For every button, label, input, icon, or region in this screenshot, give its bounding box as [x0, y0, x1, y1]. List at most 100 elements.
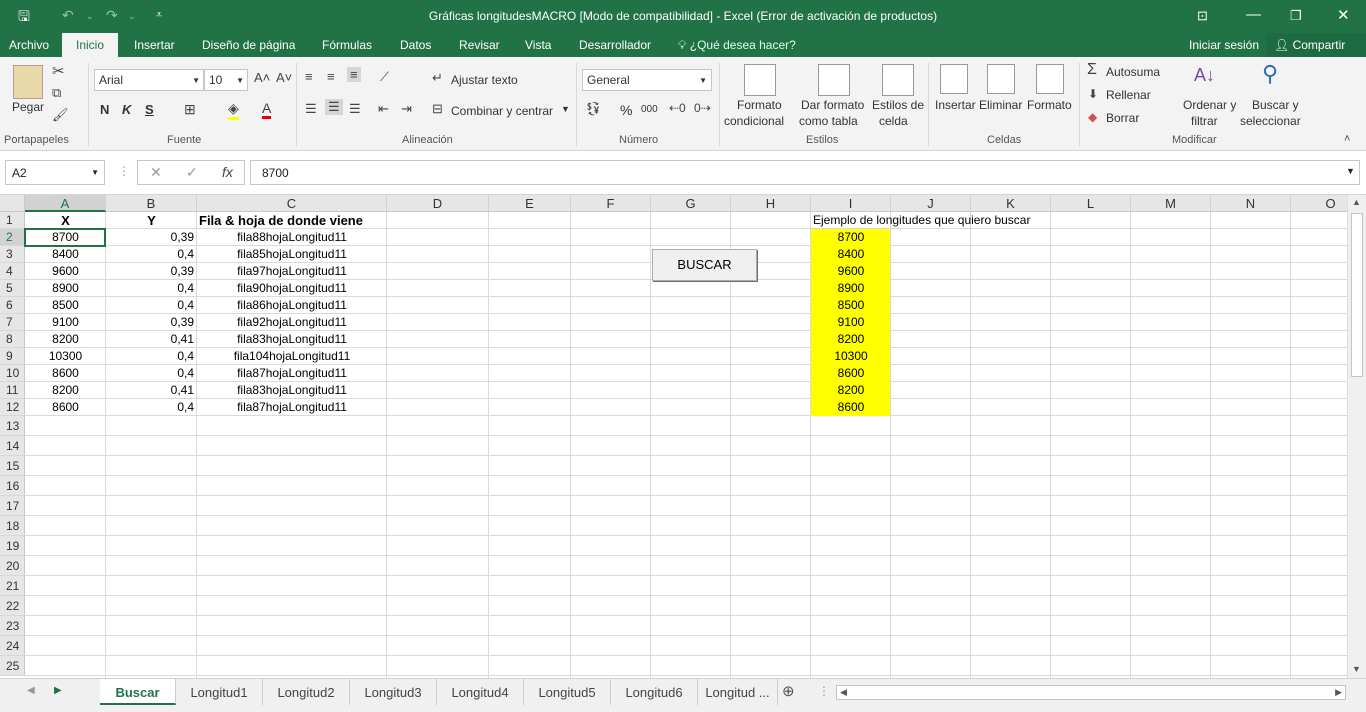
column-header-i[interactable]: I: [811, 195, 891, 212]
buscar-button[interactable]: BUSCAR: [652, 249, 757, 281]
cell-c1[interactable]: Fila & hoja de donde viene: [199, 212, 363, 229]
cell-a12[interactable]: 8600: [25, 399, 106, 416]
tab-vista[interactable]: Vista: [525, 38, 551, 52]
cell-i2[interactable]: 8700: [811, 229, 891, 246]
row-header-4[interactable]: 4: [0, 263, 25, 280]
cell-b3[interactable]: 0,4: [106, 246, 194, 263]
select-all-corner[interactable]: [0, 195, 25, 212]
row-header-7[interactable]: 7: [0, 314, 25, 331]
row-header-15[interactable]: 15: [0, 456, 25, 476]
next-sheet-icon[interactable]: ▶: [54, 685, 62, 696]
find-icon[interactable]: ⚲: [1262, 61, 1278, 87]
delete-cells-icon[interactable]: [987, 64, 1015, 94]
cell-i6[interactable]: 8500: [811, 297, 891, 314]
column-header-j[interactable]: J: [891, 195, 971, 212]
column-header-g[interactable]: G: [651, 195, 731, 212]
tab-splitter-icon[interactable]: ⋮: [818, 684, 830, 698]
row-header-22[interactable]: 22: [0, 596, 25, 616]
row-header-18[interactable]: 18: [0, 516, 25, 536]
cell-i8[interactable]: 8200: [811, 331, 891, 348]
sheet-tab-1[interactable]: Buscar: [100, 679, 176, 705]
cell-i9[interactable]: 10300: [811, 348, 891, 365]
tab-datos[interactable]: Datos: [400, 38, 431, 52]
align-top-icon[interactable]: ≡: [305, 69, 313, 84]
paste-button[interactable]: Pegar: [12, 100, 44, 114]
cell-c8[interactable]: fila83hojaLongitud11: [197, 331, 387, 348]
row-header-13[interactable]: 13: [0, 416, 25, 436]
fill-icon[interactable]: ⬇: [1088, 87, 1098, 101]
sheet-tab-5[interactable]: Longitud4: [437, 679, 524, 705]
row-header-2[interactable]: 2: [0, 229, 25, 246]
tab-insertar[interactable]: Insertar: [134, 38, 175, 52]
cell-a7[interactable]: 9100: [25, 314, 106, 331]
scroll-right-icon[interactable]: ▶: [1335, 687, 1342, 698]
number-format-select[interactable]: General ▼: [582, 69, 712, 91]
cut-icon[interactable]: ✂: [52, 62, 65, 80]
cell-c4[interactable]: fila97hojaLongitud11: [197, 263, 387, 280]
cond-format-label-1[interactable]: Formato: [737, 98, 782, 112]
row-header-1[interactable]: 1: [0, 212, 25, 229]
table-format-icon[interactable]: [818, 64, 850, 96]
sort-label-2[interactable]: filtrar: [1191, 114, 1218, 128]
paste-icon[interactable]: [13, 65, 43, 99]
cell-i10[interactable]: 8600: [811, 365, 891, 382]
signin-link[interactable]: Iniciar sesión: [1189, 38, 1259, 52]
cell-i7[interactable]: 9100: [811, 314, 891, 331]
percent-button[interactable]: %: [620, 102, 632, 118]
row-header-12[interactable]: 12: [0, 399, 25, 416]
cell-c11[interactable]: fila83hojaLongitud11: [197, 382, 387, 399]
cell-b12[interactable]: 0,4: [106, 399, 194, 416]
expand-formula-icon[interactable]: ▼: [1346, 166, 1355, 176]
insert-cells-button[interactable]: Insertar: [935, 98, 976, 112]
cond-format-label-2[interactable]: condicional: [724, 114, 784, 128]
sheet-tab-4[interactable]: Longitud3: [350, 679, 437, 705]
tab-diseno-pagina[interactable]: Diseño de página: [202, 38, 295, 52]
enter-icon[interactable]: ✓: [186, 164, 198, 181]
cell-a1[interactable]: X: [25, 212, 106, 229]
format-cells-icon[interactable]: [1036, 64, 1064, 94]
row-header-16[interactable]: 16: [0, 476, 25, 496]
tab-archivo[interactable]: Archivo: [9, 38, 49, 52]
column-header-h[interactable]: H: [731, 195, 811, 212]
row-header-11[interactable]: 11: [0, 382, 25, 399]
row-header-20[interactable]: 20: [0, 556, 25, 576]
font-color-icon[interactable]: A: [262, 100, 272, 119]
delete-cells-button[interactable]: Eliminar: [979, 98, 1022, 112]
cell-b7[interactable]: 0,39: [106, 314, 194, 331]
cell-i5[interactable]: 8900: [811, 280, 891, 297]
cell-a5[interactable]: 8900: [25, 280, 106, 297]
orientation-icon[interactable]: ⟋: [380, 69, 389, 85]
tab-revisar[interactable]: Revisar: [459, 38, 500, 52]
spreadsheet-grid[interactable]: ABCDEFGHIJKLMNO 1 2 3 4 5 6 7 8 9 10 11 12 13 14 15 16 1…: [0, 195, 1347, 678]
column-header-m[interactable]: M: [1131, 195, 1211, 212]
eraser-icon[interactable]: ◆: [1088, 110, 1097, 124]
find-label-1[interactable]: Buscar y: [1252, 98, 1299, 112]
table-format-label-1[interactable]: Dar formato: [801, 98, 864, 112]
italic-button[interactable]: K: [122, 102, 131, 117]
cell-a3[interactable]: 8400: [25, 246, 106, 263]
drag-handle-icon[interactable]: ⋮: [118, 164, 130, 178]
column-header-o[interactable]: O: [1291, 195, 1347, 212]
ribbon-display-icon[interactable]: ⊡: [1197, 8, 1208, 24]
autosum-button[interactable]: Autosuma: [1106, 65, 1160, 79]
cell-a6[interactable]: 8500: [25, 297, 106, 314]
align-center-icon[interactable]: ☰: [325, 99, 343, 115]
formula-input[interactable]: 8700: [250, 160, 1360, 185]
cell-i11[interactable]: 8200: [811, 382, 891, 399]
sheet-tab-3[interactable]: Longitud2: [263, 679, 350, 705]
row-header-5[interactable]: 5: [0, 280, 25, 297]
column-header-k[interactable]: K: [971, 195, 1051, 212]
increase-indent-icon[interactable]: ⇥: [401, 101, 412, 117]
cell-b8[interactable]: 0,41: [106, 331, 194, 348]
sort-label-1[interactable]: Ordenar y: [1183, 98, 1236, 112]
align-middle-icon[interactable]: ≡: [327, 69, 335, 84]
column-header-n[interactable]: N: [1211, 195, 1291, 212]
cell-b10[interactable]: 0,4: [106, 365, 194, 382]
sheet-tab-7[interactable]: Longitud6: [611, 679, 698, 705]
row-header-17[interactable]: 17: [0, 496, 25, 516]
cell-b4[interactable]: 0,39: [106, 263, 194, 280]
column-header-d[interactable]: D: [387, 195, 489, 212]
horizontal-scrollbar[interactable]: ◀ ▶: [836, 685, 1346, 700]
cell-c6[interactable]: fila86hojaLongitud11: [197, 297, 387, 314]
cell-a4[interactable]: 9600: [25, 263, 106, 280]
